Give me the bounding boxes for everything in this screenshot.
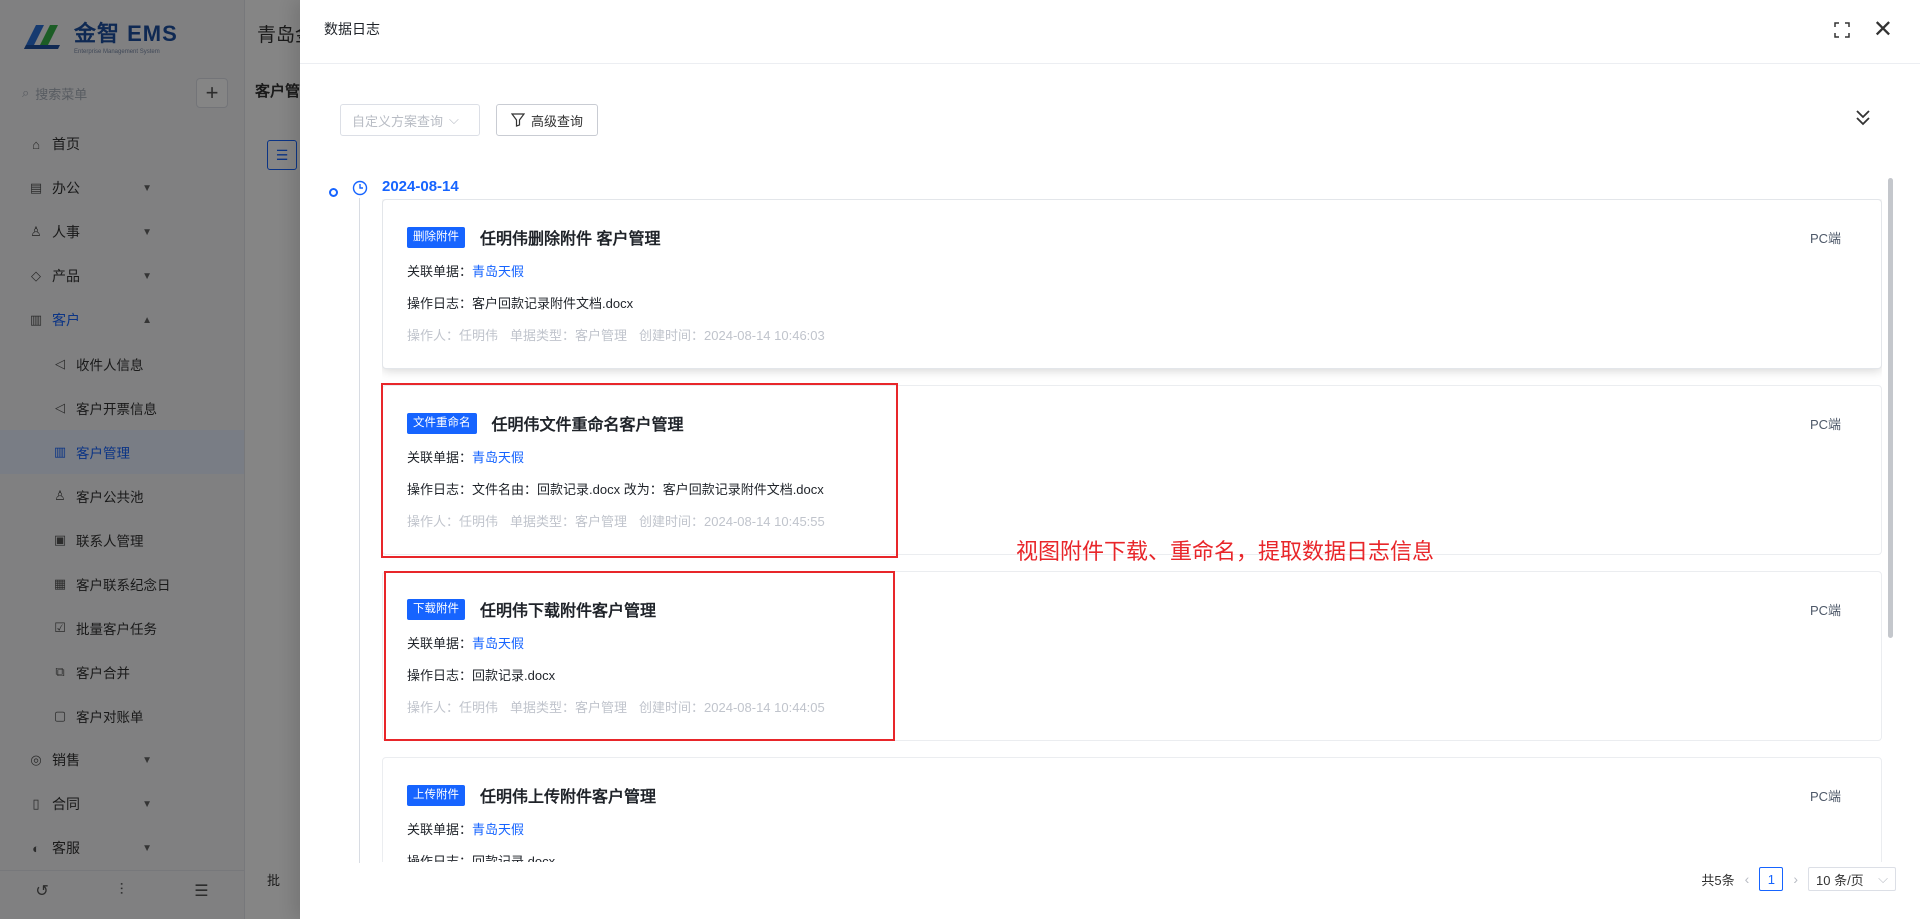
action-tag: 文件重命名 [407,412,477,434]
related-label: 关联单据： [407,264,473,279]
log-title: 任明伟删除附件 客户管理 [480,231,661,248]
drawer-title: 数据日志 [324,21,380,37]
scrollbar[interactable] [1888,178,1893,638]
source-label: PC端 [1809,231,1841,246]
next-page-icon[interactable]: › [1793,871,1798,887]
annotation-text: 视图附件下载、重命名，提取数据日志信息 [1016,540,1435,565]
related-doc-link[interactable]: 青岛天假 [472,450,524,465]
drawer-header: 数据日志 ✕ [300,0,1920,64]
pagination: 共5条 ‹ 1 › 10 条/页 ⌵ [1701,867,1896,891]
page-size-label: 10 条/页 [1816,872,1864,888]
timeline-date: 2024-08-14 [382,178,459,195]
filter-icon [511,113,525,127]
advanced-query-label: 高级查询 [531,113,584,129]
log-card[interactable]: 文件重命名 任明伟文件重命名客户管理 PC端 关联单据：青岛天假 操作日志：文件… [382,385,1882,555]
page-size-select[interactable]: 10 条/页 ⌵ [1808,867,1896,891]
log-label: 操作日志： [407,296,473,311]
log-label: 操作日志： [407,482,473,497]
log-list: 删除附件 任明伟删除附件 客户管理 PC端 关联单据：青岛天假 操作日志：客户回… [382,199,1882,862]
fullscreen-icon[interactable] [1834,22,1850,38]
log-content: 回款记录.docx [472,854,556,862]
clock-icon [352,180,368,196]
related-doc-link[interactable]: 青岛天假 [472,636,524,651]
total-count: 共5条 [1701,872,1735,888]
related-label: 关联单据： [407,450,473,465]
log-label: 操作日志： [407,854,473,862]
log-content: 客户回款记录附件文档.docx [472,296,634,311]
data-log-drawer: 数据日志 ✕ 自定义方案查询 ⌵ 高级查询 2024-08-14 删除附件 任明… [300,0,1920,919]
created-time: 创建时间：2024-08-14 10:46:03 [639,328,825,343]
scheme-placeholder: 自定义方案查询 [352,113,444,129]
source-label: PC端 [1809,417,1841,432]
log-title: 任明伟下载附件客户管理 [480,603,657,620]
log-card[interactable]: 删除附件 任明伟删除附件 客户管理 PC端 关联单据：青岛天假 操作日志：客户回… [382,199,1882,369]
log-label: 操作日志： [407,668,473,683]
operator: 操作人：任明伟 [407,700,499,715]
related-label: 关联单据： [407,822,473,837]
doc-type: 单据类型：客户管理 [510,514,628,529]
page-number[interactable]: 1 [1759,867,1784,891]
related-label: 关联单据： [407,636,473,651]
operator: 操作人：任明伟 [407,514,499,529]
log-title: 任明伟上传附件客户管理 [480,789,657,806]
log-content: 回款记录.docx [472,668,556,683]
doc-type: 单据类型：客户管理 [510,328,628,343]
action-tag: 下载附件 [407,598,465,620]
operator: 操作人：任明伟 [407,328,499,343]
log-card[interactable]: 下载附件 任明伟下载附件客户管理 PC端 关联单据：青岛天假 操作日志：回款记录… [382,571,1882,741]
log-content: 文件名由：回款记录.docx 改为：客户回款记录附件文档.docx [472,482,824,497]
created-time: 创建时间：2024-08-14 10:44:05 [639,700,825,715]
prev-page-icon[interactable]: ‹ [1745,871,1750,887]
advanced-query-button[interactable]: 高级查询 [496,104,599,136]
source-label: PC端 [1809,603,1841,618]
action-tag: 删除附件 [407,226,465,248]
created-time: 创建时间：2024-08-14 10:45:55 [639,514,825,529]
source-label: PC端 [1809,789,1841,804]
doc-type: 单据类型：客户管理 [510,700,628,715]
custom-scheme-select[interactable]: 自定义方案查询 ⌵ [340,104,480,136]
log-card[interactable]: 上传附件 任明伟上传附件客户管理 PC端 关联单据：青岛天假 操作日志：回款记录… [382,757,1882,862]
double-chevron-down-icon[interactable] [1854,108,1872,128]
close-icon[interactable]: ✕ [1873,18,1893,42]
timeline-dot [329,188,338,197]
related-doc-link[interactable]: 青岛天假 [472,264,524,279]
action-tag: 上传附件 [407,784,465,806]
chevron-down-icon: ⌵ [449,112,459,127]
related-doc-link[interactable]: 青岛天假 [472,822,524,837]
chevron-down-icon: ⌵ [1878,871,1888,886]
query-toolbar: 自定义方案查询 ⌵ 高级查询 [340,104,599,136]
timeline-line [359,198,360,863]
log-title: 任明伟文件重命名客户管理 [491,417,684,434]
